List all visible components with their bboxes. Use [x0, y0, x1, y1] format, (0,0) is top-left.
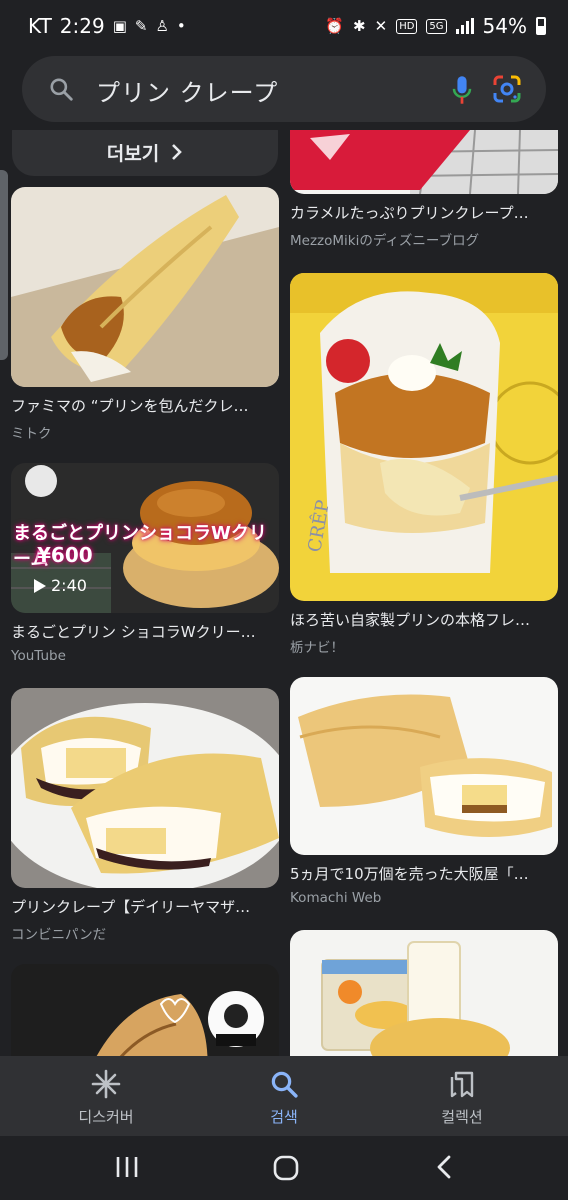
battery-icon [536, 17, 546, 35]
chevron-right-icon [172, 144, 183, 160]
nav-collections[interactable]: 컬렉션 [392, 1068, 532, 1127]
system-navigation-bar [0, 1136, 568, 1200]
result-source: MezzoMikiのディズニーブログ [290, 233, 480, 249]
home-icon[interactable] [272, 1154, 300, 1182]
result-caption: 5ヵ月で10万個を売った大阪屋「… [290, 865, 529, 883]
more-notifications-dot-icon: • [176, 17, 186, 35]
recent-apps-icon[interactable] [114, 1154, 140, 1180]
nav-discover-label: 디스커버 [78, 1108, 134, 1126]
search-query[interactable]: プリン クレープ [96, 73, 278, 108]
nav-collections-label: 컬렉션 [441, 1108, 483, 1126]
result-thumbnail[interactable] [11, 964, 279, 1056]
carrier-label: KT [28, 14, 52, 38]
result-card[interactable]: CRÊP ほろ苦い自家製プリンの本格フレ… 栃ナビ！ [290, 273, 558, 656]
mute-icon: ✕ [374, 17, 388, 35]
asterisk-icon [91, 1069, 121, 1099]
result-source: コンビニパンだ [11, 927, 107, 943]
result-card[interactable]: プリンクレープ【デイリーヤマザ… コンビニパンだ [11, 688, 279, 943]
bluetooth-icon: ✱ [353, 17, 366, 35]
alarm-icon: ⏰ [325, 17, 345, 35]
voice-search-icon[interactable] [448, 74, 476, 106]
result-thumbnail[interactable] [290, 677, 558, 855]
app-notification-icon: ✎ [134, 17, 148, 35]
result-caption: まるごとプリン ショコラWクリー… [11, 623, 256, 641]
figure-notification-icon: ♙ [155, 17, 169, 35]
result-thumbnail[interactable] [11, 688, 279, 888]
result-caption: ファミマの “プリンを包んだクレ… [11, 397, 249, 415]
result-thumbnail[interactable] [11, 187, 279, 387]
bottom-navigation: 디스커버 검색 컬렉션 [0, 1056, 568, 1136]
search-bar[interactable]: プリン クレープ [22, 56, 546, 122]
result-card[interactable] [290, 930, 558, 1056]
gallery-notification-icon: ▣ [112, 17, 127, 35]
battery-percentage: 54% [482, 14, 527, 38]
nav-search[interactable]: 검색 [214, 1068, 354, 1127]
result-card[interactable]: ファミマの “プリンを包んだクレ… ミトク [11, 187, 279, 442]
result-thumbnail[interactable] [290, 930, 558, 1056]
result-thumbnail[interactable]: まるごとプリンショコラWクリーム ¥600 2:40 [11, 463, 279, 613]
result-thumbnail[interactable] [290, 130, 558, 194]
result-card[interactable]: カラメルたっぷりプリンクレープ… MezzoMikiのディズニーブログ [290, 130, 558, 249]
signal-strength-icon [455, 18, 474, 34]
status-bar: KT 2:29 ▣ ✎ ♙ • ⏰ ✱ ✕ HD 5G 54% [0, 0, 568, 54]
result-caption: カラメルたっぷりプリンクレープ… [290, 204, 529, 222]
hd-voice-badge: HD [396, 18, 418, 34]
result-card[interactable]: 5ヵ月で10万個を売った大阪屋「… Komachi Web [290, 677, 558, 906]
result-card[interactable]: まるごとプリンショコラWクリーム ¥600 2:40 まるごとプリン ショコラW… [11, 463, 279, 664]
result-caption: プリンクレープ【デイリーヤマザ… [11, 898, 251, 916]
result-caption: ほろ苦い自家製プリンの本格フレ… [290, 611, 531, 629]
search-icon [271, 1071, 298, 1098]
result-source: Komachi Web [290, 890, 382, 906]
result-source: 栃ナビ！ [290, 640, 344, 656]
image-results-grid: 더보기 カラメルたっぷりプリンクレープ… MezzoMikiのディズニーブログ [0, 130, 568, 1056]
clock: 2:29 [59, 14, 105, 38]
search-icon[interactable] [48, 76, 74, 102]
result-thumbnail[interactable]: CRÊP [290, 273, 558, 601]
back-icon[interactable] [432, 1154, 458, 1180]
play-icon [34, 578, 46, 593]
video-overlay-price: ¥600 [37, 543, 93, 567]
collections-bookmark-icon [450, 1071, 474, 1098]
nav-discover[interactable]: 디스커버 [36, 1068, 176, 1127]
nav-search-label: 검색 [270, 1108, 298, 1126]
more-button[interactable]: 더보기 [12, 130, 278, 176]
google-lens-icon[interactable] [492, 74, 522, 104]
network-5g-badge: 5G [426, 18, 447, 34]
result-source: ミトク [11, 426, 52, 442]
video-duration: 2:40 [51, 576, 87, 595]
video-duration-badge: 2:40 [33, 576, 87, 595]
more-button-label: 더보기 [106, 142, 160, 165]
result-source: YouTube [11, 648, 66, 664]
result-card[interactable] [11, 964, 279, 1056]
